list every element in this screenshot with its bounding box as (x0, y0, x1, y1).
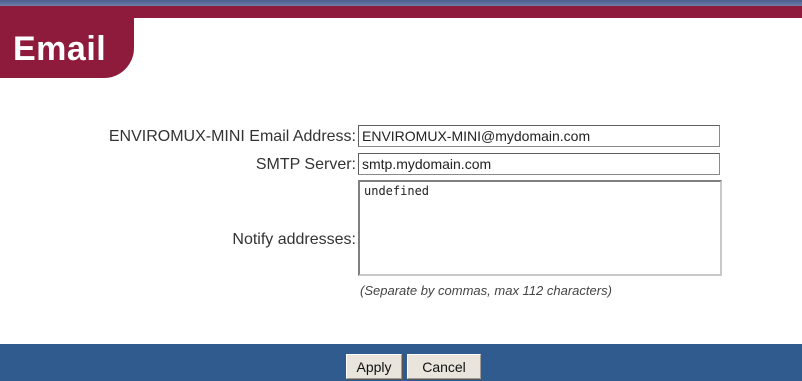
title-tab: Email (0, 6, 134, 78)
notify-addresses-label: Notify addresses: (232, 231, 356, 248)
cancel-button[interactable]: Cancel (407, 354, 481, 379)
email-settings-page: Email ENVIROMUX-MINI Email Address: SMTP… (0, 0, 802, 381)
smtp-server-input[interactable] (358, 153, 720, 175)
notify-addresses-hint: (Separate by commas, max 112 characters) (360, 283, 612, 298)
apply-button[interactable]: Apply (346, 354, 402, 379)
smtp-server-label: SMTP Server: (255, 156, 356, 173)
notify-addresses-textarea[interactable]: undefined (358, 180, 722, 276)
email-address-input[interactable] (358, 125, 720, 147)
page-title: Email (13, 30, 107, 68)
email-address-label: ENVIROMUX-MINI Email Address: (108, 128, 356, 145)
